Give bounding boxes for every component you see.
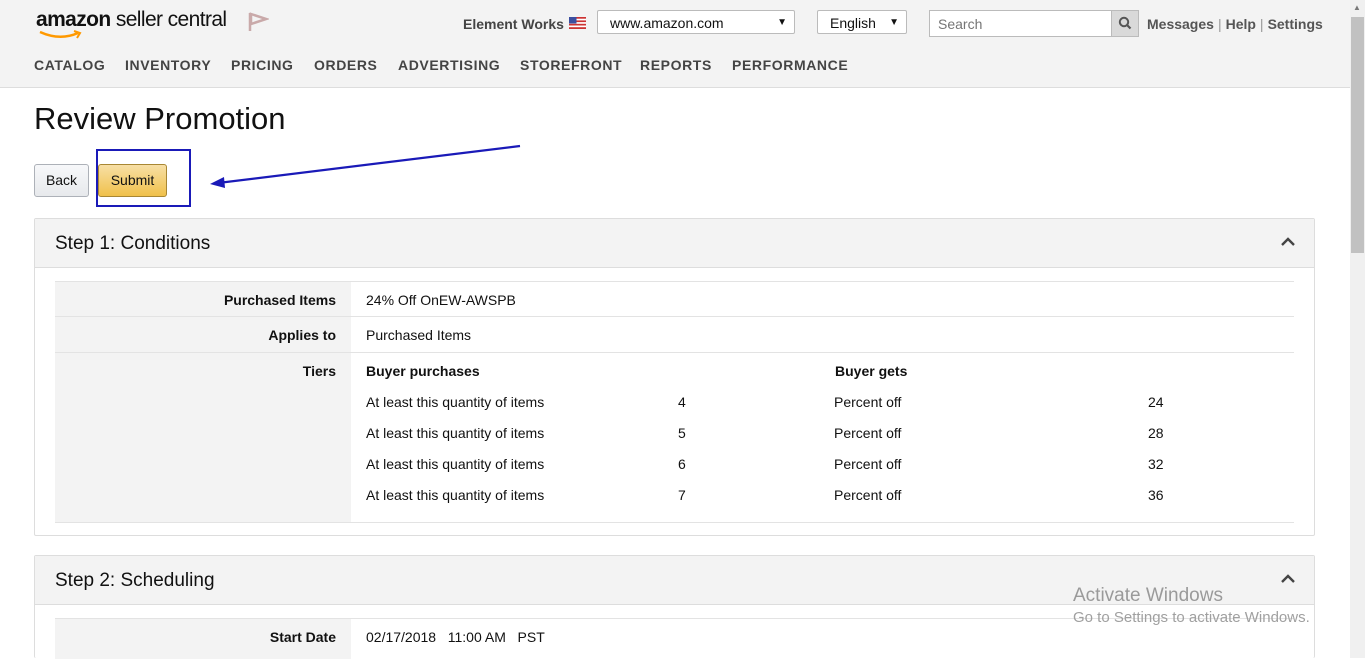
- settings-link[interactable]: Settings: [1268, 16, 1323, 32]
- annotation-highlight-box: [96, 149, 191, 207]
- help-link[interactable]: Help: [1226, 16, 1256, 32]
- nav-catalog[interactable]: CATALOG: [34, 57, 105, 73]
- language-select[interactable]: English ▼: [817, 10, 907, 34]
- search-icon: [1118, 16, 1132, 30]
- tier-amount: 32: [1148, 456, 1164, 472]
- applies-to-label: Applies to: [268, 327, 336, 343]
- annotation-arrow: [210, 144, 521, 188]
- top-links: Messages | Help | Settings: [1147, 16, 1323, 32]
- tier-amount: 24: [1148, 394, 1164, 410]
- tier-benefit: Percent off: [834, 456, 902, 472]
- chevron-up-icon[interactable]: [1280, 235, 1296, 247]
- back-button[interactable]: Back: [34, 164, 89, 197]
- us-flag-icon: [569, 17, 586, 29]
- search-input[interactable]: [929, 10, 1111, 37]
- marketplace-select[interactable]: www.amazon.com ▼: [597, 10, 795, 34]
- step1-title: Step 1: Conditions: [55, 233, 211, 254]
- scroll-up-arrow-icon[interactable]: ▲: [1353, 3, 1361, 12]
- logo-brand: amazon: [36, 8, 111, 31]
- chevron-down-icon: ▼: [889, 17, 899, 28]
- tier-benefit: Percent off: [834, 425, 902, 441]
- chevron-down-icon: ▼: [777, 17, 787, 28]
- tier-quantity: 6: [678, 456, 686, 472]
- nav-performance[interactable]: PERFORMANCE: [732, 57, 848, 73]
- applies-to-row: Applies to Purchased Items: [55, 316, 1294, 353]
- tiers-header-buyer-purchases: Buyer purchases: [366, 363, 480, 379]
- tier-condition: At least this quantity of items: [366, 394, 545, 410]
- tiers-header-buyer-gets: Buyer gets: [835, 363, 908, 379]
- page-title: Review Promotion: [34, 101, 286, 136]
- language-value: English: [830, 15, 876, 31]
- marketplace-value: www.amazon.com: [610, 15, 724, 31]
- tier-quantity: 7: [678, 487, 686, 503]
- tier-quantity: 5: [678, 425, 686, 441]
- scrollbar-thumb[interactable]: [1351, 17, 1364, 253]
- start-date-label: Start Date: [269, 629, 336, 645]
- tier-condition: At least this quantity of items: [366, 456, 545, 472]
- amazon-seller-central-logo[interactable]: amazon seller central: [36, 8, 227, 39]
- start-date-value: 02/17/2018 11:00 AM PST: [366, 629, 545, 645]
- tier-condition: At least this quantity of items: [366, 487, 545, 503]
- amazon-smile-icon: [39, 30, 82, 39]
- messages-link[interactable]: Messages: [1147, 16, 1214, 32]
- nav-pricing[interactable]: PRICING: [231, 57, 294, 73]
- nav-orders[interactable]: ORDERS: [314, 57, 378, 73]
- flag-icon[interactable]: [247, 11, 269, 33]
- purchased-items-label: Purchased Items: [223, 292, 336, 308]
- tier-quantity: 4: [678, 394, 686, 410]
- nav-storefront[interactable]: STOREFRONT: [520, 57, 622, 73]
- step1-panel: Step 1: Conditions Purchased Items 24% O…: [34, 218, 1315, 536]
- applies-to-value: Purchased Items: [366, 327, 472, 343]
- tier-amount: 36: [1148, 487, 1164, 503]
- chevron-up-icon[interactable]: [1280, 572, 1296, 584]
- nav-advertising[interactable]: ADVERTISING: [398, 57, 500, 73]
- tier-benefit: Percent off: [834, 487, 902, 503]
- nav-inventory[interactable]: INVENTORY: [125, 57, 211, 73]
- tiers-label: Tiers: [302, 363, 336, 379]
- purchased-items-row: Purchased Items 24% Off OnEW-AWSPB: [55, 281, 1294, 317]
- top-header: amazon seller central Element Works www.…: [0, 0, 1350, 88]
- purchased-items-value: 24% Off OnEW-AWSPB: [366, 292, 516, 308]
- store-name[interactable]: Element Works: [463, 16, 564, 32]
- divider: |: [1217, 16, 1222, 32]
- tier-benefit: Percent off: [834, 394, 902, 410]
- search-button[interactable]: [1111, 10, 1139, 37]
- tiers-row: Tiers Buyer purchases Buyer gets At leas…: [55, 352, 1294, 523]
- activate-windows-subtitle: Go to Settings to activate Windows.: [1073, 609, 1310, 626]
- tier-amount: 28: [1148, 425, 1164, 441]
- divider: |: [1259, 16, 1264, 32]
- step2-title: Step 2: Scheduling: [55, 570, 215, 591]
- tier-condition: At least this quantity of items: [366, 425, 545, 441]
- activate-windows-title: Activate Windows: [1073, 585, 1223, 606]
- logo-product: seller central: [110, 8, 227, 31]
- nav-reports[interactable]: REPORTS: [640, 57, 712, 73]
- step1-header[interactable]: Step 1: Conditions: [35, 219, 1314, 268]
